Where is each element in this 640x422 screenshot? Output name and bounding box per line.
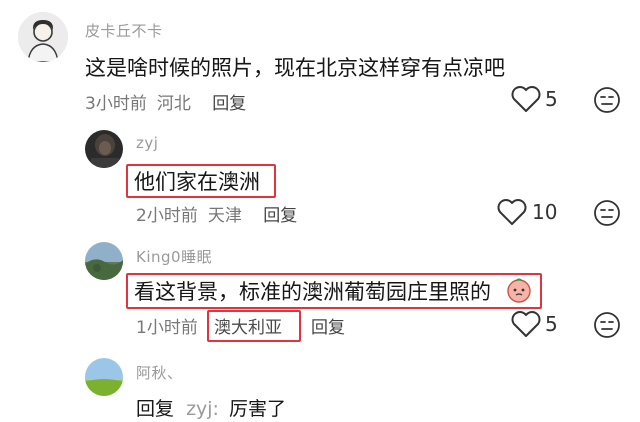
comment-time: 1小时前 [136, 318, 198, 338]
comment-text: 看这背景，标准的澳洲葡萄园庄里照的 [134, 280, 491, 304]
emoji-more-icon [594, 87, 620, 113]
avatar[interactable] [85, 130, 123, 168]
avatar-photo [85, 358, 123, 396]
like-count: 5 [545, 87, 558, 111]
comment-username[interactable]: zyj [136, 134, 158, 152]
reply-button[interactable]: 回复 [263, 206, 297, 226]
like-button[interactable] [510, 310, 542, 338]
comment-text: 回复 zyj: 厉害了 [136, 394, 286, 421]
avatar[interactable] [85, 242, 123, 280]
more-button[interactable] [593, 199, 621, 227]
avatar[interactable] [18, 12, 68, 62]
avatar-photo [85, 130, 123, 168]
reply-text: 厉害了 [229, 398, 287, 420]
reply-to-username[interactable]: zyj: [186, 398, 219, 420]
comment-time: 3小时前 [85, 94, 147, 114]
reply-button[interactable]: 回复 [212, 94, 246, 114]
comment-text: 他们家在澳洲 [134, 170, 260, 194]
comment-location: 天津 [207, 206, 242, 226]
avatar[interactable] [85, 358, 123, 396]
like-button[interactable] [496, 198, 528, 226]
reply-prefix: 回复 [136, 398, 175, 420]
peach-emoji-icon [506, 277, 532, 303]
comment-location: 澳大利亚 [214, 318, 282, 338]
heart-outline-icon [511, 311, 541, 337]
comment-time: 2小时前 [136, 206, 198, 226]
avatar-illustration [18, 12, 68, 62]
comment-username[interactable]: 皮卡丘不卡 [85, 20, 163, 41]
heart-outline-icon [511, 86, 541, 112]
avatar-photo [85, 242, 123, 280]
comment-location: 河北 [156, 94, 191, 114]
emoji-more-icon [594, 200, 620, 226]
comment-text: 这是啥时候的照片，现在北京这样穿有点凉吧 [85, 56, 505, 80]
comment-meta: 2小时前 天津 回复 [136, 201, 307, 226]
comment-meta: 3小时前 河北 回复 [85, 89, 256, 114]
heart-outline-icon [497, 199, 527, 225]
comment-username[interactable]: King0睡眠 [136, 246, 212, 267]
more-button[interactable] [593, 86, 621, 114]
like-button[interactable] [510, 85, 542, 113]
more-button[interactable] [593, 311, 621, 339]
comment-meta: 1小时前 [136, 313, 208, 338]
emoji-more-icon [594, 312, 620, 338]
reply-button[interactable]: 回复 [311, 313, 345, 338]
comment-username[interactable]: 阿秋、 [136, 362, 183, 383]
like-count: 5 [545, 312, 558, 336]
like-count: 10 [532, 200, 558, 224]
